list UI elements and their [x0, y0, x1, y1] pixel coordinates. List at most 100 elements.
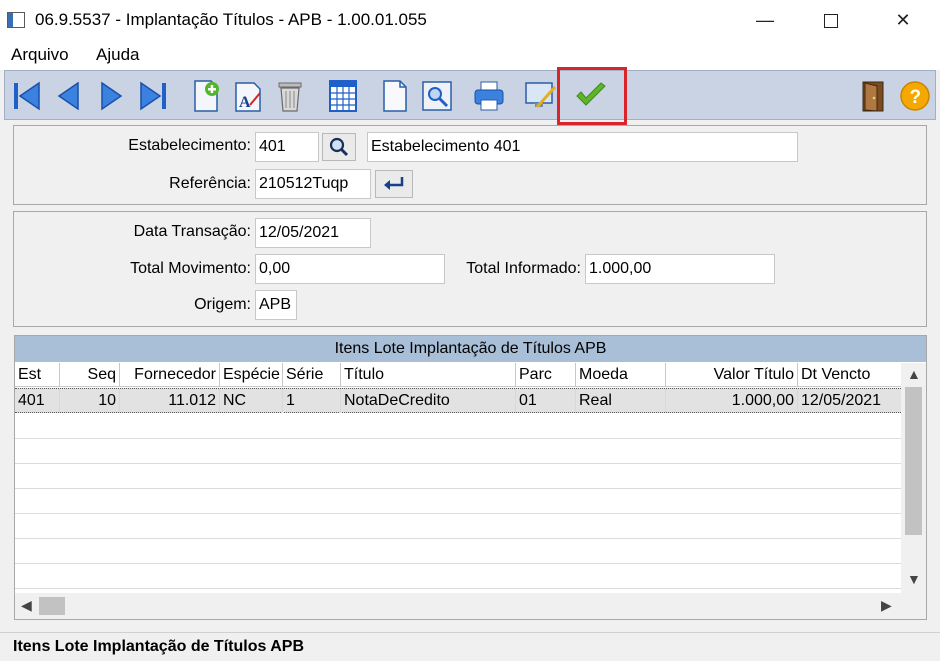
- cell-dt-vencto: 12/05/2021: [801, 392, 882, 409]
- door-exit-icon: [862, 81, 884, 112]
- scroll-right-icon[interactable]: ▶: [881, 597, 892, 614]
- table-view-button[interactable]: [325, 77, 361, 115]
- empty-row: [15, 489, 901, 514]
- edit-record-icon: A: [235, 82, 261, 112]
- items-grid[interactable]: Itens Lote Implantação de Títulos APB Es…: [14, 335, 927, 620]
- maximize-icon: [824, 14, 838, 29]
- origem-label: Origem:: [194, 296, 251, 313]
- estabelecimento-label: Estabelecimento:: [128, 137, 251, 154]
- next-record-button[interactable]: [93, 77, 129, 115]
- cell-titulo: NotaDeCredito: [341, 389, 516, 413]
- help-question-icon: ?: [900, 81, 930, 111]
- preview-button[interactable]: [419, 77, 455, 115]
- header-panel: Estabelecimento: 401 Estabelecimento 401…: [13, 125, 927, 205]
- column-header-fornecedor[interactable]: Fornecedor: [120, 363, 220, 387]
- new-document-button[interactable]: [377, 77, 413, 115]
- search-button[interactable]: [322, 133, 356, 161]
- estabelecimento-name-field: Estabelecimento 401: [367, 132, 798, 162]
- grid-caption: Itens Lote Implantação de Títulos APB: [15, 336, 926, 362]
- vertical-scroll-thumb[interactable]: [905, 387, 922, 535]
- empty-row: [15, 414, 901, 439]
- first-record-icon: [14, 81, 40, 111]
- close-button[interactable]: ✕: [880, 0, 926, 40]
- column-header-especie[interactable]: Espécie: [220, 363, 283, 387]
- total-movimento-field: 0,00: [255, 254, 445, 284]
- data-transacao-field[interactable]: 12/05/2021: [255, 218, 371, 248]
- previous-record-button[interactable]: [51, 77, 87, 115]
- first-record-button[interactable]: [9, 77, 45, 115]
- empty-row: [15, 539, 901, 564]
- grid-header: Est Seq Fornecedor Espécie Série Título …: [15, 363, 901, 387]
- document-icon: [383, 80, 407, 112]
- cell-valor-titulo: 1.000,00: [666, 389, 798, 413]
- status-text: Itens Lote Implantação de Títulos APB: [13, 638, 304, 655]
- total-informado-label: Total Informado:: [466, 260, 581, 277]
- app-icon: [7, 12, 25, 28]
- total-movimento-label: Total Movimento:: [130, 260, 251, 277]
- column-header-seq[interactable]: Seq: [60, 363, 120, 387]
- column-header-moeda[interactable]: Moeda: [576, 363, 666, 387]
- cell-est: 401: [15, 389, 60, 413]
- last-record-icon: [140, 81, 166, 111]
- trash-icon: [278, 82, 302, 112]
- minimize-button[interactable]: —: [742, 0, 788, 40]
- enter-button[interactable]: [375, 170, 413, 198]
- last-record-button[interactable]: [135, 77, 171, 115]
- horizontal-scroll-thumb[interactable]: [39, 597, 65, 615]
- svg-text:?: ?: [910, 87, 922, 108]
- column-header-parc[interactable]: Parc: [516, 363, 576, 387]
- toolbar: A ?: [4, 70, 936, 120]
- scroll-up-icon[interactable]: ▲: [907, 366, 921, 382]
- column-header-valor-titulo[interactable]: Valor Título: [666, 363, 798, 387]
- preview-icon: [422, 81, 452, 111]
- cell-serie: 1: [283, 389, 341, 413]
- monitor-edit-icon: [525, 82, 557, 109]
- empty-row: [15, 439, 901, 464]
- estabelecimento-code-field[interactable]: 401: [255, 132, 319, 162]
- referencia-label: Referência:: [169, 175, 251, 192]
- search-icon: [329, 137, 349, 157]
- window-title: 06.9.5537 - Implantação Títulos - APB - …: [35, 10, 427, 29]
- new-record-button[interactable]: [188, 77, 224, 115]
- transaction-panel: Data Transação: 12/05/2021 Total Movimen…: [13, 211, 927, 327]
- column-header-titulo[interactable]: Título: [341, 363, 516, 387]
- print-button[interactable]: [471, 77, 507, 115]
- vertical-scrollbar[interactable]: ▲ ▼: [901, 363, 926, 593]
- maximize-button[interactable]: [808, 0, 854, 40]
- exit-button[interactable]: [857, 77, 893, 115]
- highlight-annotation: [557, 67, 627, 125]
- edit-screen-button[interactable]: [523, 77, 559, 115]
- empty-row: [15, 514, 901, 539]
- menu-arquivo[interactable]: Arquivo: [11, 45, 69, 65]
- delete-record-button[interactable]: [272, 77, 308, 115]
- cell-seq: 10: [60, 389, 120, 413]
- data-transacao-label: Data Transação:: [133, 223, 251, 240]
- column-header-serie[interactable]: Série: [283, 363, 341, 387]
- title-bar: 06.9.5537 - Implantação Títulos - APB - …: [0, 0, 940, 40]
- table-row[interactable]: 401 10 11.012 NC 1 NotaDeCredito 01 Real…: [15, 388, 901, 413]
- total-informado-field[interactable]: 1.000,00: [585, 254, 775, 284]
- cell-parc: 01: [516, 389, 576, 413]
- cell-moeda: Real: [576, 389, 666, 413]
- table-icon: [329, 80, 357, 112]
- status-bar: Itens Lote Implantação de Títulos APB: [0, 632, 940, 661]
- previous-record-icon: [57, 81, 79, 111]
- column-header-est[interactable]: Est: [15, 363, 60, 387]
- edit-record-button[interactable]: A: [230, 77, 266, 115]
- svg-text:A: A: [239, 94, 251, 111]
- menu-ajuda[interactable]: Ajuda: [96, 45, 139, 65]
- column-header-dt-vencto[interactable]: Dt Vencto: [798, 363, 901, 387]
- new-record-icon: [194, 80, 219, 112]
- empty-row: [15, 464, 901, 489]
- next-record-icon: [101, 81, 123, 111]
- empty-row: [15, 564, 901, 589]
- cell-fornecedor: 11.012: [120, 389, 220, 413]
- menu-bar: Arquivo Ajuda: [0, 40, 940, 70]
- horizontal-scrollbar[interactable]: ◀ ▶: [15, 593, 926, 619]
- origem-field: APB: [255, 290, 297, 320]
- referencia-field[interactable]: 210512Tuqp: [255, 169, 371, 199]
- scroll-left-icon[interactable]: ◀: [21, 597, 32, 614]
- scroll-down-icon[interactable]: ▼: [907, 571, 921, 587]
- help-button[interactable]: ?: [897, 77, 933, 115]
- enter-arrow-icon: [384, 177, 404, 190]
